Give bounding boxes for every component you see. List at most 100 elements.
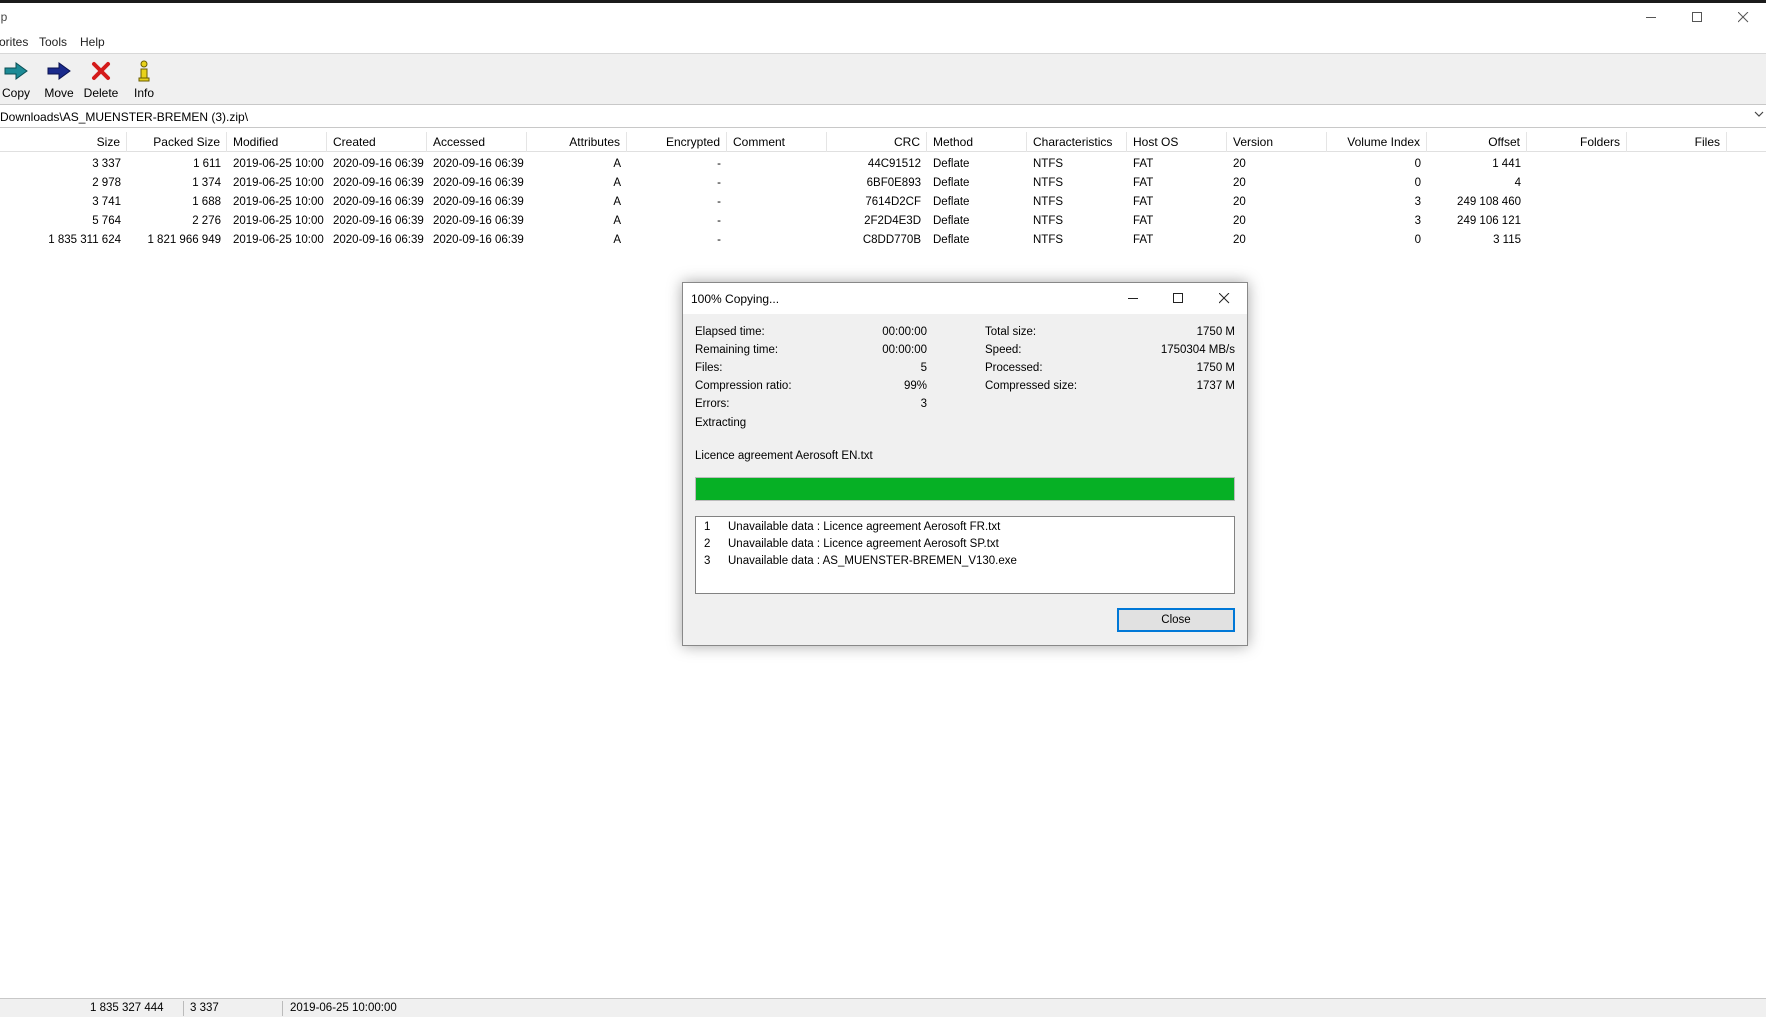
header-modified[interactable]: Modified [227,132,327,152]
menu-help[interactable]: Help [80,35,105,49]
cell-version: 20 [1233,234,1246,246]
header-volume-index[interactable]: Volume Index [1327,132,1427,152]
error-number: 1 [704,521,711,533]
cell-accessed: 2020-09-16 06:39 [433,158,524,170]
maximize-icon [1173,293,1183,303]
header-method[interactable]: Method [927,132,1027,152]
header-created[interactable]: Created [327,132,427,152]
remaining-time-label: Remaining time: [695,344,779,356]
dialog-maximize-button[interactable] [1156,283,1201,314]
header-folders[interactable]: Folders [1527,132,1627,152]
cell-crc: C8DD770B [862,234,921,246]
file-row[interactable]: 5 764 2 276 2019-06-25 10:00 2020-09-16 06:… [0,212,1766,231]
status-bar: 1 835 327 444 3 337 2019-06-25 10:00:00 [0,998,1766,1017]
cell-crc: 6BF0E893 [866,177,921,189]
cell-accessed: 2020-09-16 06:39 [433,215,524,227]
header-attributes[interactable]: Attributes [527,132,627,152]
cell-volume-index: 0 [1414,177,1421,189]
speed-value: 1750304 MB/s [1160,344,1235,356]
cell-size: 3 337 [92,158,121,170]
info-button[interactable]: Info [122,58,166,100]
cell-comment [727,155,827,174]
window-maximize-button[interactable] [1674,3,1720,31]
file-row[interactable]: 3 741 1 688 2019-06-25 10:00 2020-09-16 06:… [0,193,1766,212]
cell-volume-index: 0 [1414,234,1421,246]
total-size-label: Total size: [985,326,1037,338]
cell-host-os: FAT [1133,158,1154,170]
cell-folders [1527,212,1627,231]
cell-size: 2 978 [92,177,121,189]
chevron-down-icon[interactable] [1754,109,1764,121]
cell-created: 2020-09-16 06:39 [333,234,424,246]
cell-version: 20 [1233,196,1246,208]
cell-modified: 2019-06-25 10:00 [233,215,324,227]
window-close-button[interactable] [1720,3,1766,31]
info-label: Info [133,86,154,100]
file-row[interactable]: 1 835 311 624 1 821 966 949 2019-06-25 10:… [0,231,1766,250]
header-size[interactable]: Size [27,132,127,152]
dialog-close-x-button[interactable] [1202,283,1247,314]
copy-button[interactable]: Copy [0,58,38,100]
close-icon [1219,293,1230,304]
header-accessed[interactable]: Accessed [427,132,527,152]
cell-crc: 2F2D4E3D [864,215,921,227]
dialog-minimize-button[interactable] [1111,283,1156,314]
progress-bar [695,477,1235,501]
header-crc[interactable]: CRC [827,132,927,152]
cell-packed-size: 2 276 [192,215,221,227]
menu-tools[interactable]: Tools [39,35,67,49]
header-host-os[interactable]: Host OS [1127,132,1227,152]
cell-volume-index: 3 [1414,196,1421,208]
errors-label: Errors: [695,398,730,410]
delete-label: Delete [83,86,119,100]
close-button[interactable]: Close [1117,608,1235,632]
cell-modified: 2019-06-25 10:00 [233,196,324,208]
files-label: Files: [695,362,723,374]
info-icon [138,60,150,82]
cell-volume-index: 0 [1414,158,1421,170]
cell-host-os: FAT [1133,177,1154,189]
file-row[interactable]: 2 978 1 374 2019-06-25 10:00 2020-09-16 06:… [0,174,1766,193]
cell-modified: 2019-06-25 10:00 [233,234,324,246]
header-encrypted[interactable]: Encrypted [627,132,727,152]
menu-favorites[interactable]: orites [0,35,28,49]
cell-version: 20 [1233,177,1246,189]
address-bar[interactable]: Downloads\AS_MUENSTER-BREMEN (3).zip\ [0,106,1766,128]
delete-button[interactable]: Delete [79,58,123,100]
cell-characteristics: NTFS [1033,215,1064,227]
error-list[interactable]: 1 Unavailable data : Licence agreement A… [695,516,1235,594]
copy-progress-dialog: 100% Copying... Elapsed time: Remaining … [682,282,1248,646]
error-number: 2 [704,538,711,550]
cell-method: Deflate [933,196,970,208]
close-icon [1737,11,1748,22]
header-characteristics[interactable]: Characteristics [1027,132,1127,152]
file-row[interactable]: 3 337 1 611 2019-06-25 10:00 2020-09-16 06:… [0,155,1766,174]
header-version[interactable]: Version [1227,132,1327,152]
cell-offset: 249 106 121 [1457,215,1521,227]
cell-method: Deflate [933,177,970,189]
cell-characteristics: NTFS [1033,196,1064,208]
header-packed-size[interactable]: Packed Size [127,132,227,152]
header-offset[interactable]: Offset [1427,132,1527,152]
cell-host-os: FAT [1133,196,1154,208]
cell-offset: 4 [1514,177,1521,189]
cell-modified: 2019-06-25 10:00 [233,158,324,170]
window-minimize-button[interactable] [1628,3,1674,31]
remaining-time-value: 00:00:00 [882,344,927,356]
total-size-value: 1750 M [1196,326,1235,338]
cell-method: Deflate [933,234,970,246]
compression-ratio-label: Compression ratio: [695,380,792,392]
header-files[interactable]: Files [1627,132,1727,152]
header-comment[interactable]: Comment [727,132,827,152]
cell-packed-size: 1 374 [192,177,221,189]
cell-files [1627,174,1727,193]
cell-volume-index: 3 [1414,215,1421,227]
cell-accessed: 2020-09-16 06:39 [433,196,524,208]
elapsed-time-label: Elapsed time: [695,326,765,338]
cell-size: 3 741 [92,196,121,208]
move-button[interactable]: Move [37,58,81,100]
cell-comment [727,212,827,231]
address-path[interactable]: Downloads\AS_MUENSTER-BREMEN (3).zip\ [0,110,248,124]
cell-packed-size: 1 611 [193,158,221,170]
minimize-icon [1128,298,1138,299]
